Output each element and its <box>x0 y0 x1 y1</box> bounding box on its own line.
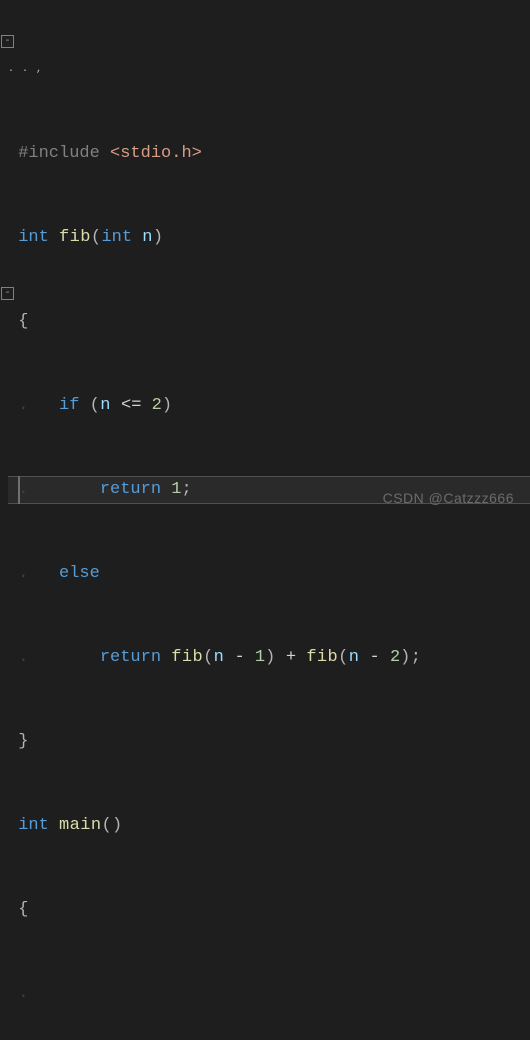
code-line: . if (n <= 2) <box>8 392 530 420</box>
code-line: } <box>8 728 530 756</box>
fold-icon[interactable]: - <box>1 287 14 300</box>
code-line: . return fib(n - 1) + fib(n - 2); <box>8 644 530 672</box>
code-line: int fib(int n) <box>8 224 530 252</box>
code-block: . . , #include <stdio.h> int fib(int n) … <box>8 0 530 1040</box>
code-editor[interactable]: - - . . , #include <stdio.h> int fib(int… <box>0 0 530 1040</box>
code-line: . else <box>8 560 530 588</box>
code-line: #include <stdio.h> <box>8 140 530 168</box>
code-line: int main() <box>8 812 530 840</box>
code-line: . <box>8 980 530 1008</box>
code-line: . . , <box>8 56 530 84</box>
fold-icon[interactable]: - <box>1 35 14 48</box>
code-line: { <box>8 308 530 336</box>
code-line: { <box>8 896 530 924</box>
watermark: CSDN @Catzzz666 <box>383 484 514 512</box>
